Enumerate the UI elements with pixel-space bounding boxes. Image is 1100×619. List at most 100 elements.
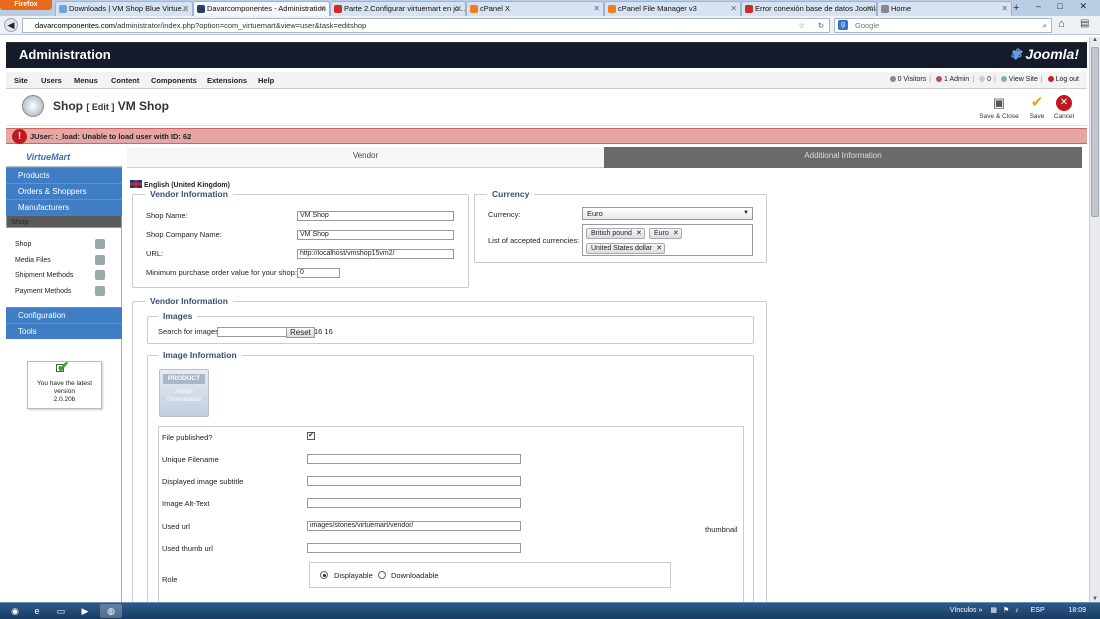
logout-link[interactable]: Log out (1056, 76, 1079, 83)
back-arrow-icon[interactable]: ◀ (4, 18, 18, 32)
close-icon[interactable]: ✕ (319, 2, 326, 16)
view-site-link[interactable]: View Site (1009, 76, 1038, 83)
search-icon[interactable]: ⌕ (1043, 19, 1047, 32)
menu-content[interactable]: Content (111, 76, 139, 85)
toolbar-menu-icon[interactable]: ▤ (1080, 18, 1089, 29)
alt-text-field[interactable] (307, 498, 521, 508)
close-icon[interactable]: ✕ (182, 2, 189, 16)
accepted-currencies-label: List of accepted currencies: (488, 236, 580, 245)
sidebar-item-products[interactable]: Products (6, 167, 122, 183)
cancel-button[interactable]: ✕ Cancel (1042, 95, 1086, 123)
tab-favicon-icon (334, 5, 342, 13)
role-downloadable-radio[interactable] (378, 571, 386, 579)
clock[interactable]: 18:09 (1068, 607, 1086, 614)
browser-tab-active[interactable]: Davarcomponentes - Administration ✕ (193, 1, 330, 16)
network-icon[interactable]: ▦ (990, 607, 997, 614)
min-order-field[interactable]: 0 (297, 268, 340, 278)
firefox-menu-button[interactable]: Firefox (0, 0, 52, 10)
reset-button[interactable]: Reset (286, 327, 315, 338)
tab-additional-information[interactable]: Additional Information (604, 147, 1082, 168)
close-icon[interactable]: ✕ (593, 2, 600, 16)
error-text: JUser: :_load: Unable to load user with … (30, 132, 192, 141)
sidebar-item-configuration[interactable]: Configuration (6, 307, 122, 323)
browser-tab[interactable]: Downloads | VM Shop Blue Virtue... ✕ (55, 1, 193, 16)
image-subtitle-field[interactable] (307, 476, 521, 486)
role-displayable-radio[interactable] (320, 571, 328, 579)
close-icon[interactable]: ✕ (1001, 2, 1008, 16)
menu-menus[interactable]: Menus (74, 76, 98, 85)
remove-icon[interactable]: ✕ (656, 244, 662, 253)
sidebar-item-orders[interactable]: Orders & Shoppers (6, 183, 122, 199)
media-player-icon[interactable]: ▶ (74, 604, 96, 618)
menu-help[interactable]: Help (258, 76, 274, 85)
tab-vendor[interactable]: Vendor (127, 147, 604, 168)
remove-icon[interactable]: ✕ (636, 229, 642, 238)
menu-users[interactable]: Users (41, 76, 62, 85)
alt-text-label: Image Alt-Text (162, 499, 210, 508)
start-button[interactable]: ◉ (4, 604, 26, 618)
menu-extensions[interactable]: Extensions (207, 76, 247, 85)
ie-icon[interactable]: e (26, 604, 48, 618)
google-icon[interactable]: g (838, 20, 848, 30)
save-close-label: Save & Close (979, 113, 1019, 120)
window-controls[interactable]: – □ ✕ (1036, 0, 1094, 12)
messages-count[interactable]: 0 (987, 76, 991, 83)
sidebar-item-tools[interactable]: Tools (6, 323, 122, 339)
explorer-icon[interactable]: ▭ (50, 604, 72, 618)
url-field[interactable]: http://localhost/vmshop15vm2/ (297, 249, 454, 259)
page-title-text: Shop (53, 99, 83, 113)
company-name-field[interactable]: VM Shop (297, 230, 454, 240)
sidebar-subitem-media[interactable]: Media Files (15, 255, 105, 265)
menu-components[interactable]: Components (151, 76, 197, 85)
accepted-currencies-multiselect[interactable]: British pound ✕ Euro ✕ United States dolla… (582, 224, 753, 256)
file-details-box: File published? ✔ Unique Filename Displa… (158, 426, 744, 604)
currency-chip[interactable]: Euro ✕ (649, 228, 682, 239)
browser-tab[interactable]: Error conexión base de datos Joomla... ✕ (741, 1, 877, 16)
currency-chip[interactable]: British pound ✕ (586, 228, 645, 239)
new-tab-button[interactable]: + (1013, 0, 1019, 16)
close-icon[interactable]: ✕ (730, 2, 737, 16)
search-images-input[interactable] (217, 327, 287, 337)
scroll-up-icon[interactable]: ▲ (1092, 37, 1098, 43)
close-icon[interactable]: ✕ (455, 2, 462, 16)
unique-filename-field[interactable] (307, 454, 521, 464)
checkmark-icon: ✔ (56, 359, 70, 376)
sidebar-subitem-payment[interactable]: Payment Methods (15, 286, 105, 296)
shop-name-field[interactable]: VM Shop (297, 211, 454, 221)
search-input[interactable]: g Google ⌕ (834, 18, 1052, 33)
tab-label: cPanel File Manager v3 (618, 4, 697, 13)
currency-chip[interactable]: United States dollar ✕ (586, 243, 666, 254)
language-indicator-tray[interactable]: ESP (1031, 607, 1045, 614)
home-icon[interactable]: ⌂ (1058, 18, 1065, 30)
joomla-logo: ✾ Joomla! (1010, 46, 1079, 63)
browser-tab[interactable]: Parte 2.Configurar virtuemart en jo... ✕ (330, 1, 466, 16)
vendor-images-fieldset: Vendor Information Images Search for ima… (132, 296, 767, 611)
sidebar-subitem-shipment[interactable]: Shipment Methods (15, 270, 105, 280)
close-icon[interactable]: ✕ (866, 2, 873, 16)
scrollbar-thumb[interactable] (1091, 47, 1099, 217)
image-info-fieldset: Image Information PRODUCT Image Unavailab… (147, 350, 754, 607)
firefox-taskbar-icon[interactable]: ◍ (100, 604, 122, 618)
sidebar-item-shop[interactable]: Shop (6, 215, 122, 228)
fieldset-legend: Vendor Information (145, 189, 233, 199)
currency-select[interactable]: Euro ▼ (582, 207, 753, 220)
browser-tab[interactable]: cPanel File Manager v3 ✕ (604, 1, 741, 16)
tab-bar: Firefox Downloads | VM Shop Blue Virtue.… (0, 0, 1100, 16)
used-thumb-url-field[interactable] (307, 543, 521, 553)
menu-site[interactable]: Site (14, 76, 28, 85)
published-checkbox[interactable]: ✔ (307, 432, 315, 440)
links-toolbar[interactable]: Vínculos (950, 607, 977, 614)
flag-icon[interactable]: ⚑ (1003, 607, 1009, 614)
sidebar-item-manufacturers[interactable]: Manufacturers (6, 199, 122, 215)
browser-tab[interactable]: cPanel X ✕ (466, 1, 604, 16)
bookmark-star-icon[interactable]: ☆ (798, 19, 805, 32)
used-url-field[interactable]: images/stories/virtuemart/vendor/ (307, 521, 521, 531)
vertical-scrollbar[interactable]: ▲ ▼ (1089, 37, 1100, 602)
reload-icon[interactable]: ↻ (818, 19, 824, 32)
volume-icon[interactable]: ♪ (1015, 607, 1019, 614)
remove-icon[interactable]: ✕ (673, 229, 679, 238)
url-bar[interactable]: davarcomponentes.com/administrator/index… (22, 18, 830, 33)
browser-tab[interactable]: Home ✕ (877, 1, 1012, 16)
visitors-icon (889, 76, 896, 82)
sidebar-subitem-shop[interactable]: Shop (15, 239, 105, 249)
